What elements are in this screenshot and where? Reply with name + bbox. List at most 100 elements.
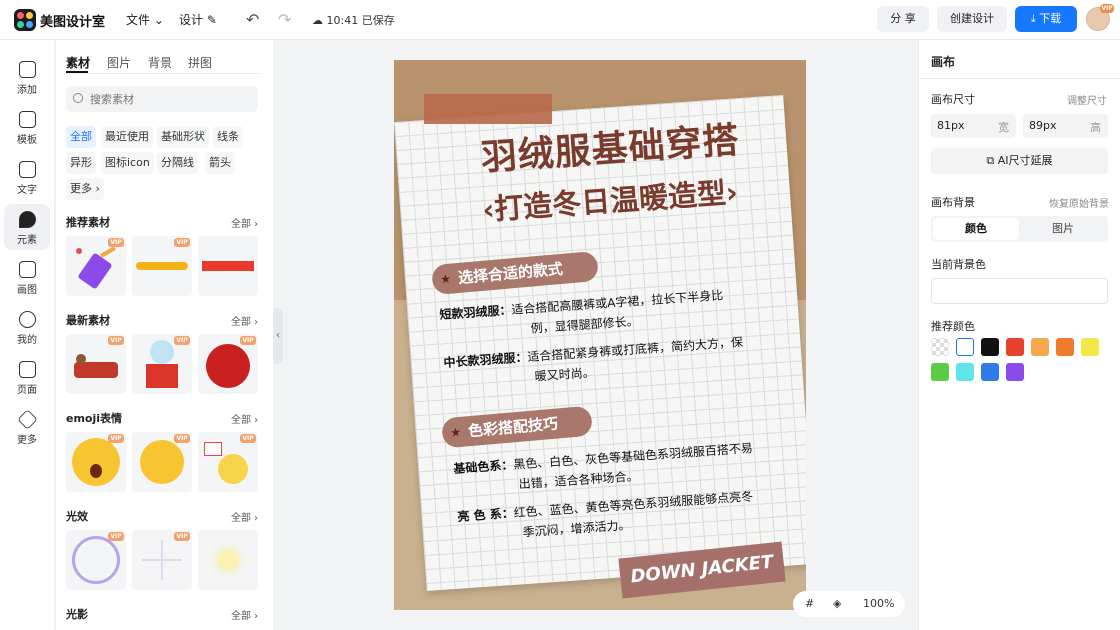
section-title-latest: 最新素材 xyxy=(66,314,110,327)
layers-icon[interactable]: ◈ xyxy=(833,597,841,610)
tab-backgrounds[interactable]: 背景 xyxy=(148,54,172,71)
share-button[interactable]: 分 享 xyxy=(877,6,929,32)
materials-panel: 素材 图片 背景 拼图 全部 最近使用 基础形状 线条 异形 图标icon 分隔… xyxy=(56,40,273,630)
canvas-size-label: 画布尺寸 xyxy=(931,93,975,106)
color-swatch[interactable] xyxy=(981,363,999,381)
elements-icon xyxy=(18,211,36,228)
color-swatch[interactable] xyxy=(1031,338,1049,356)
thumb-emoji-chick[interactable]: VIP xyxy=(198,432,258,492)
tab-collage[interactable]: 拼图 xyxy=(188,54,212,71)
restore-background-link[interactable]: 恢复原始背景 xyxy=(1049,195,1109,210)
canvas-background-label: 画布背景 xyxy=(931,196,975,209)
ai-size-extend-button[interactable]: ⧉ AI尺寸延展 xyxy=(931,148,1108,174)
cube-icon xyxy=(16,409,38,430)
color-swatch[interactable] xyxy=(956,338,974,356)
search-box[interactable] xyxy=(66,86,258,112)
save-status: ☁ 10:41 已保存 xyxy=(312,14,395,27)
see-all-emoji[interactable]: 全部 › xyxy=(231,411,258,426)
canvas-properties-panel: 画布 画布尺寸 调整尺寸 81px 宽 89px 高 ⧉ AI尺寸延展 画布背景 恢… xyxy=(918,40,1120,630)
thumb-sparkle[interactable]: VIP xyxy=(132,530,192,590)
rail-item-text[interactable]: 文字 xyxy=(4,154,50,200)
color-swatch[interactable] xyxy=(956,363,974,381)
grid-icon[interactable]: # xyxy=(805,597,814,610)
chip-basic-shapes[interactable]: 基础形状 xyxy=(157,126,209,148)
chip-more[interactable]: 更多 › xyxy=(66,178,104,200)
width-field[interactable]: 81px 宽 xyxy=(931,114,1016,138)
redo-icon[interactable]: ↷ xyxy=(278,10,291,29)
tab-images[interactable]: 图片 xyxy=(107,54,131,71)
avatar-vip-badge: VIP xyxy=(1100,4,1114,13)
see-all-latest[interactable]: 全部 › xyxy=(231,313,258,328)
thumb-emoji-shocked[interactable]: VIP xyxy=(66,432,126,492)
star-icon: ★ xyxy=(449,424,462,440)
seg-color[interactable]: 颜色 xyxy=(933,218,1019,240)
chip-lines[interactable]: 线条 xyxy=(213,126,243,148)
thumb-bubble[interactable]: VIP xyxy=(66,530,126,590)
chip-dividers[interactable]: 分隔线 xyxy=(157,152,198,174)
tape-strip xyxy=(424,94,552,124)
color-swatch[interactable] xyxy=(1056,338,1074,356)
see-all-recommended[interactable]: 全部 › xyxy=(231,215,258,230)
current-bg-label: 当前背景色 xyxy=(931,258,986,271)
rail-item-more[interactable]: 更多 xyxy=(4,404,50,450)
app-title: 美图设计室 xyxy=(40,15,106,30)
tab-materials[interactable]: 素材 xyxy=(66,54,90,71)
app-logo xyxy=(14,9,36,31)
color-swatch[interactable] xyxy=(1006,363,1024,381)
rail-item-pages[interactable]: 页面 xyxy=(4,354,50,400)
thumb-sleigh[interactable]: VIP xyxy=(66,334,126,394)
section-title-light-effects: 光效 xyxy=(66,510,88,523)
background-type-toggle: 颜色 图片 xyxy=(931,216,1108,242)
chip-arrows[interactable]: 箭头 xyxy=(205,152,235,174)
undo-icon[interactable]: ↶ xyxy=(246,10,259,29)
thumb-apple[interactable]: VIP xyxy=(198,334,258,394)
color-swatch[interactable] xyxy=(931,338,949,356)
section-title-emoji: emoji表情 xyxy=(66,412,123,425)
adjust-size-link[interactable]: 调整尺寸 xyxy=(1067,92,1107,107)
color-swatch[interactable] xyxy=(931,363,949,381)
user-icon xyxy=(18,311,36,328)
thumb-glow[interactable] xyxy=(198,530,258,590)
color-swatch[interactable] xyxy=(1006,338,1024,356)
search-input[interactable] xyxy=(90,90,250,108)
rail-item-elements[interactable]: 元素 xyxy=(4,204,50,250)
current-bg-color-field[interactable] xyxy=(931,278,1108,304)
section-title-light-shadow: 光影 xyxy=(66,608,88,621)
star-icon: ★ xyxy=(439,271,452,287)
panel-divider xyxy=(919,78,1120,79)
color-swatch[interactable] xyxy=(1081,338,1099,356)
design-canvas[interactable]: 羽绒服基础穿搭 ‹打造冬日温暖造型› ★ 选择合适的款式 短款羽绒服：适合搭配高腰… xyxy=(394,60,806,610)
section-title-recommended: 推荐素材 xyxy=(66,216,110,229)
thumb-emoji-thinking[interactable]: VIP xyxy=(132,432,192,492)
rail-item-draw[interactable]: 画图 xyxy=(4,254,50,300)
search-icon xyxy=(73,93,83,103)
pages-icon xyxy=(18,361,36,378)
text-icon xyxy=(18,161,36,178)
see-all-light-shadow[interactable]: 全部 › xyxy=(231,607,258,622)
seg-image[interactable]: 图片 xyxy=(1020,218,1106,240)
height-field[interactable]: 89px 高 xyxy=(1023,114,1108,138)
create-design-button[interactable]: 创建设计 xyxy=(937,6,1007,32)
download-button[interactable]: ⤓ 下载 xyxy=(1015,6,1077,32)
chip-icons[interactable]: 图标icon xyxy=(101,152,154,174)
zoom-level[interactable]: 100% xyxy=(863,597,894,610)
design-menu[interactable]: 设计 ✎ xyxy=(179,11,217,28)
thumb-snow-globe-gift[interactable]: VIP xyxy=(132,334,192,394)
draw-icon xyxy=(18,261,36,278)
rail-item-template[interactable]: 模板 xyxy=(4,104,50,150)
chip-irregular[interactable]: 异形 xyxy=(66,152,96,174)
chip-recent[interactable]: 最近使用 xyxy=(101,126,153,148)
rail-item-add[interactable]: 添加 xyxy=(4,54,50,100)
zoom-toolbar: # ◈ 100% xyxy=(793,591,905,617)
thumb-party-popper[interactable]: VIP xyxy=(66,236,126,296)
tabs-divider xyxy=(66,73,260,74)
file-menu[interactable]: 文件 ⌄ xyxy=(126,11,164,28)
thumb-red-bar[interactable] xyxy=(198,236,258,296)
color-swatch[interactable] xyxy=(981,338,999,356)
thumb-yellow-stroke[interactable]: VIP xyxy=(132,236,192,296)
chip-all[interactable]: 全部 xyxy=(66,126,96,148)
collapse-panel-handle[interactable]: ‹ xyxy=(273,308,283,364)
see-all-light-effects[interactable]: 全部 › xyxy=(231,509,258,524)
rail-item-mine[interactable]: 我的 xyxy=(4,304,50,350)
plus-icon xyxy=(18,61,36,78)
